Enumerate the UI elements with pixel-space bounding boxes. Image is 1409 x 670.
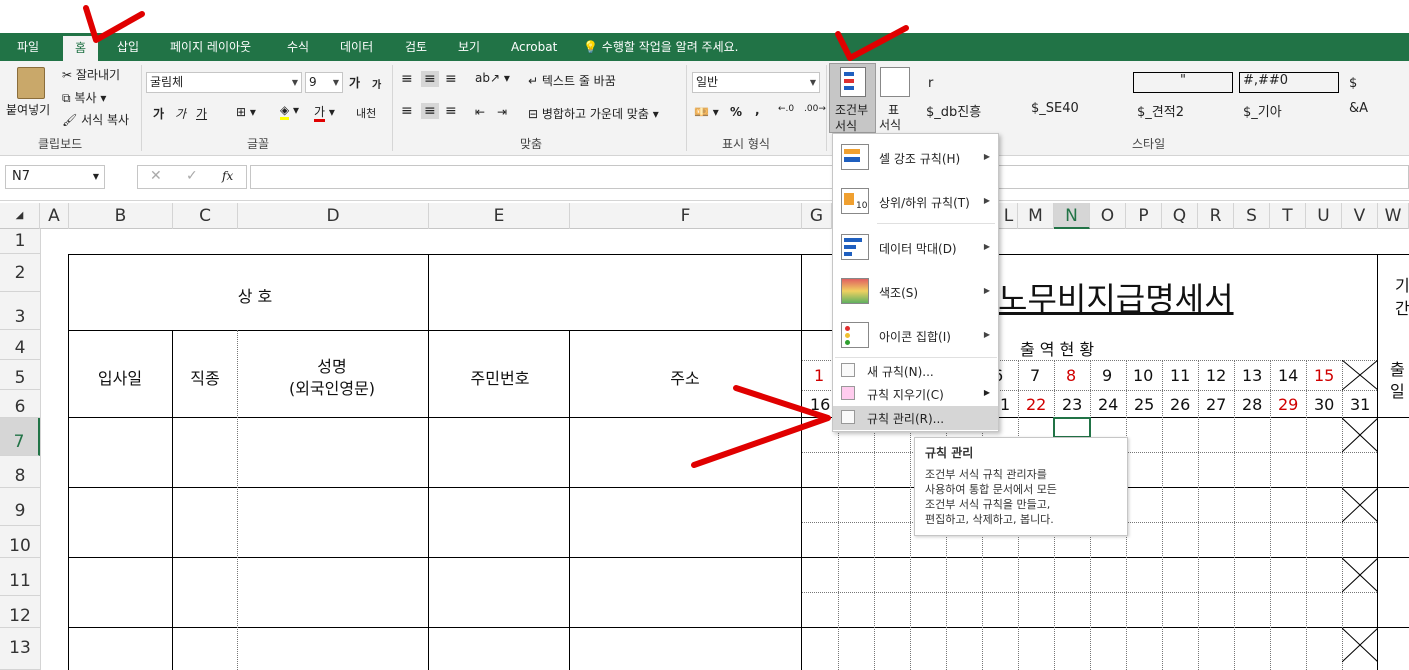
annotation-overlay: [83, 5, 909, 468]
red-check-mark: [835, 25, 909, 61]
red-arrow-mark: [691, 385, 831, 468]
red-check-mark: [83, 5, 145, 43]
